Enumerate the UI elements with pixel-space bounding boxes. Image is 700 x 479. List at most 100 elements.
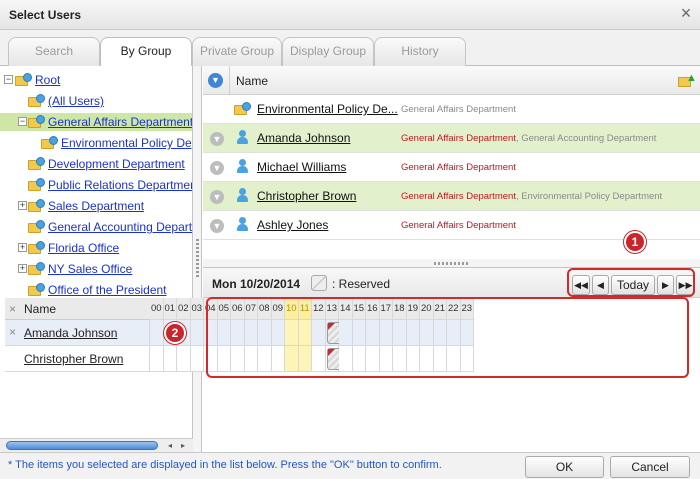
add-user-icon[interactable]: ▼ — [210, 132, 224, 146]
hour-header: 02 — [177, 298, 191, 320]
tree-item-label[interactable]: NY Sales Office — [48, 260, 132, 278]
expand-icon[interactable]: + — [18, 264, 27, 273]
hour-cell[interactable] — [190, 346, 204, 372]
tree-item-label[interactable]: Public Relations Department — [48, 176, 192, 194]
hour-cell[interactable] — [150, 320, 164, 346]
hour-cell[interactable] — [190, 320, 204, 346]
list-row[interactable]: ▼ Christopher Brown General Affairs Depart… — [203, 182, 700, 211]
tab-by-group[interactable]: By Group — [100, 37, 192, 67]
callout-2-frame — [206, 297, 689, 378]
expand-icon[interactable]: + — [18, 243, 27, 252]
hour-header: 01 — [163, 298, 177, 320]
tree-item-label[interactable]: Office of the President — [48, 281, 167, 299]
tree-item-label[interactable]: Development Department — [48, 155, 185, 173]
tree-item-label[interactable]: Root — [35, 71, 60, 89]
tree-horizontal-scrollbar[interactable]: ◂ ▸ — [0, 438, 193, 452]
hour-header: 03 — [190, 298, 204, 320]
group-folder-icon — [28, 283, 46, 297]
tree-item-label[interactable]: General Accounting Departm — [48, 218, 192, 236]
tree-item[interactable]: (All Users) — [0, 92, 192, 110]
grid-name-header: Name — [24, 302, 57, 316]
schedule-row-name[interactable]: Christopher Brown — [24, 352, 123, 366]
vertical-splitter[interactable] — [193, 66, 202, 452]
remove-user-icon[interactable]: × — [9, 325, 16, 339]
group-folder-icon — [234, 102, 252, 116]
group-folder-icon — [28, 241, 46, 255]
add-user-icon[interactable]: ▼ — [210, 190, 224, 204]
tree-item[interactable]: + Florida Office — [0, 239, 192, 257]
group-folder-icon — [28, 199, 46, 213]
tree-item[interactable]: Office of the President — [0, 281, 192, 299]
tab-display-group[interactable]: Display Group — [282, 37, 374, 66]
add-all-icon[interactable]: ▼ — [208, 73, 223, 88]
hour-cell[interactable] — [177, 346, 191, 372]
user-icon — [236, 188, 248, 204]
list-row[interactable]: Environmental Policy De... General Affair… — [203, 95, 700, 124]
column-divider — [229, 66, 230, 95]
member-list: ▼ Name ▲ Environmental Policy De... Gener… — [203, 66, 700, 259]
tree-item[interactable]: Public Relations Department — [0, 176, 192, 194]
tree-item[interactable]: − General Affairs Department — [0, 113, 192, 131]
tree-item[interactable]: General Accounting Departm — [0, 218, 192, 236]
close-icon[interactable]: × — [676, 3, 696, 23]
splitter-grip-icon — [434, 262, 468, 265]
list-row-name[interactable]: Environmental Policy De... — [257, 102, 398, 116]
user-icon — [236, 130, 248, 146]
list-row-department: General Affairs Department — [401, 162, 516, 173]
group-folder-icon — [28, 115, 46, 129]
footer-message: * The items you selected are displayed i… — [8, 459, 442, 471]
tree-item[interactable]: + NY Sales Office — [0, 260, 192, 278]
dialog-title-bar: Select Users × — [0, 0, 700, 30]
list-row[interactable]: ▼ Michael Williams General Affairs Departm… — [203, 153, 700, 182]
callout-2-badge: 2 — [164, 322, 186, 344]
ok-button[interactable]: OK — [525, 456, 604, 478]
reserved-legend-icon — [311, 275, 327, 291]
list-row-department: General Affairs Department, Environmenta… — [401, 191, 663, 202]
list-row-name[interactable]: Christopher Brown — [257, 189, 356, 203]
schedule-date: Mon 10/20/2014 — [212, 277, 301, 291]
group-folder-icon — [41, 136, 59, 150]
expand-icon[interactable]: + — [18, 201, 27, 210]
list-row-name[interactable]: Amanda Johnson — [257, 131, 350, 145]
tree-item-label[interactable]: Environmental Policy Dep — [61, 134, 192, 152]
list-row-department: General Affairs Department — [401, 220, 516, 231]
tree-item-label[interactable]: (All Users) — [48, 92, 104, 110]
collapse-icon[interactable]: − — [18, 117, 27, 126]
add-user-icon[interactable]: ▼ — [210, 161, 224, 175]
group-folder-icon — [28, 157, 46, 171]
scroll-right-icon[interactable]: ▸ — [177, 440, 189, 451]
scroll-left-icon[interactable]: ◂ — [164, 440, 176, 451]
tab-search[interactable]: Search — [8, 37, 100, 66]
move-up-icon[interactable]: ▲ — [678, 73, 697, 88]
hour-cell[interactable] — [150, 346, 164, 372]
tree-item[interactable]: Environmental Policy Dep — [0, 134, 192, 152]
scrollbar-thumb[interactable] — [6, 441, 158, 450]
group-folder-icon — [15, 73, 33, 87]
list-row-name[interactable]: Ashley Jones — [257, 218, 328, 232]
schedule-row-name[interactable]: Amanda Johnson — [24, 326, 117, 340]
cancel-button[interactable]: Cancel — [610, 456, 690, 478]
list-row[interactable]: ▼ Amanda Johnson General Affairs Departmen… — [203, 124, 700, 153]
tree-item[interactable]: Development Department — [0, 155, 192, 173]
tree-item[interactable]: − Root — [0, 71, 192, 89]
tab-history[interactable]: History — [374, 37, 466, 66]
hour-header: 00 — [150, 298, 164, 320]
group-folder-icon — [28, 220, 46, 234]
tree-item-label[interactable]: Florida Office — [48, 239, 119, 257]
splitter-grip-icon — [196, 239, 199, 279]
add-user-icon[interactable]: ▼ — [210, 219, 224, 233]
tree-item[interactable]: + Sales Department — [0, 197, 192, 215]
horizontal-splitter[interactable] — [203, 259, 700, 268]
dialog-title: Select Users — [9, 8, 82, 22]
tab-private-group[interactable]: Private Group — [192, 37, 282, 66]
tree-item-label[interactable]: Sales Department — [48, 197, 144, 215]
user-icon — [236, 217, 248, 233]
list-header-name: Name — [236, 74, 269, 88]
group-folder-icon — [28, 178, 46, 192]
hour-cell[interactable] — [163, 346, 177, 372]
collapse-icon[interactable]: − — [4, 75, 13, 84]
remove-all-icon[interactable]: × — [9, 302, 16, 316]
tree-item-label[interactable]: General Affairs Department — [48, 113, 192, 131]
list-row-name[interactable]: Michael Williams — [257, 160, 346, 174]
group-folder-icon — [28, 94, 46, 108]
